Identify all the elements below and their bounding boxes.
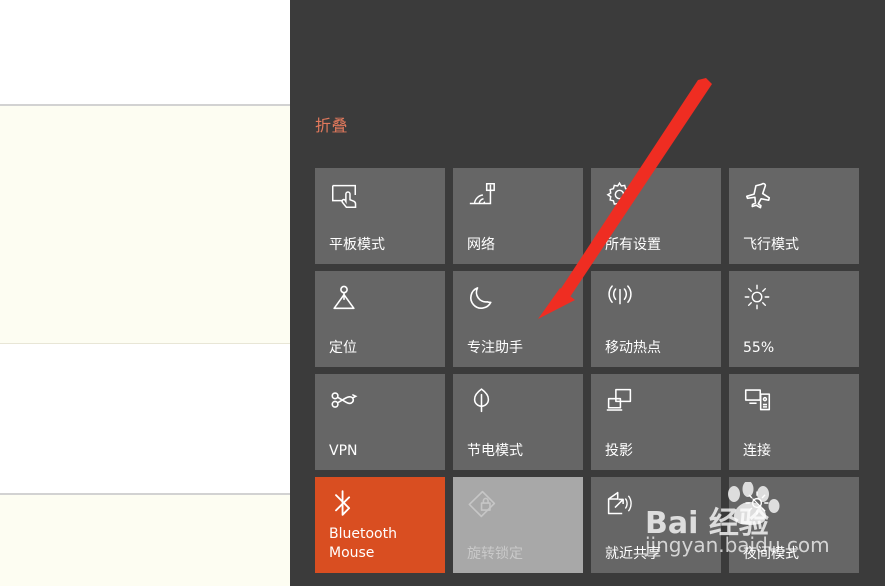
- tile-label: 飞行模式: [743, 237, 799, 253]
- tile-label: 定位: [329, 340, 357, 356]
- tile-label: 投影: [605, 443, 633, 459]
- tile-label: Bluetooth Mouse: [329, 526, 397, 561]
- quick-action-tile-tablet-mode[interactable]: 平板模式: [315, 168, 445, 264]
- page-band-row: [0, 495, 290, 586]
- bluetooth-icon: [329, 489, 363, 523]
- tile-label: 节电模式: [467, 443, 523, 459]
- tile-label: 所有设置: [605, 237, 661, 253]
- quick-action-tile-vpn[interactable]: VPN: [315, 374, 445, 470]
- battery-saver-icon: [467, 386, 501, 420]
- connect-icon: [743, 386, 777, 420]
- tile-label: 网络: [467, 237, 495, 253]
- tile-label: 移动热点: [605, 340, 661, 356]
- quick-action-tile-grid: 平板模式 网络 所有设置 飞行模式 定位 专注助手 移动热点 55% VPN 节…: [315, 168, 871, 573]
- tile-label: VPN: [329, 443, 358, 459]
- quick-action-tile-nearby-sharing[interactable]: 就近共享: [591, 477, 721, 573]
- tile-label: 专注助手: [467, 340, 523, 356]
- moon-icon: [467, 283, 501, 317]
- quick-action-tile-night-light[interactable]: 夜间模式: [729, 477, 859, 573]
- document-page-panel: [0, 0, 290, 586]
- quick-action-tile-rotation-lock[interactable]: 旋转锁定: [453, 477, 583, 573]
- quick-action-tile-all-settings[interactable]: 所有设置: [591, 168, 721, 264]
- quick-action-tile-bluetooth-mouse[interactable]: Bluetooth Mouse: [315, 477, 445, 573]
- action-center-panel: 折叠 平板模式 网络 所有设置 飞行模式 定位 专注助手 移动热点 55% VP…: [290, 0, 885, 586]
- airplane-icon: [743, 180, 777, 214]
- hotspot-icon: [605, 283, 639, 317]
- page-band-row: [0, 344, 290, 493]
- brightness-icon: [743, 283, 777, 317]
- night-light-icon: [743, 489, 777, 523]
- project-icon: [605, 386, 639, 420]
- location-icon: [329, 283, 363, 317]
- page-band-row: [0, 0, 290, 104]
- quick-action-tile-mobile-hotspot[interactable]: 移动热点: [591, 271, 721, 367]
- quick-action-tile-location[interactable]: 定位: [315, 271, 445, 367]
- page-band-row: [0, 106, 290, 343]
- quick-action-tile-battery-saver[interactable]: 节电模式: [453, 374, 583, 470]
- quick-action-tile-project[interactable]: 投影: [591, 374, 721, 470]
- tile-label: 连接: [743, 443, 771, 459]
- screenshot-root: 折叠 平板模式 网络 所有设置 飞行模式 定位 专注助手 移动热点 55% VP…: [0, 0, 885, 586]
- quick-action-tile-connect[interactable]: 连接: [729, 374, 859, 470]
- tile-label: 就近共享: [605, 546, 661, 562]
- tile-label: 旋转锁定: [467, 546, 523, 562]
- quick-action-tile-brightness[interactable]: 55%: [729, 271, 859, 367]
- tile-label: 平板模式: [329, 237, 385, 253]
- quick-action-tile-focus-assist[interactable]: 专注助手: [453, 271, 583, 367]
- quick-action-tile-airplane-mode[interactable]: 飞行模式: [729, 168, 859, 264]
- collapse-link[interactable]: 折叠: [315, 116, 348, 136]
- tablet-mode-icon: [329, 180, 363, 214]
- tile-label: 55%: [743, 340, 775, 356]
- gear-icon: [605, 180, 639, 214]
- quick-action-tile-network[interactable]: 网络: [453, 168, 583, 264]
- network-icon: [467, 180, 501, 214]
- tile-label: 夜间模式: [743, 546, 799, 562]
- nearby-share-icon: [605, 489, 639, 523]
- rotation-lock-icon: [467, 489, 501, 523]
- vpn-icon: [329, 386, 363, 420]
